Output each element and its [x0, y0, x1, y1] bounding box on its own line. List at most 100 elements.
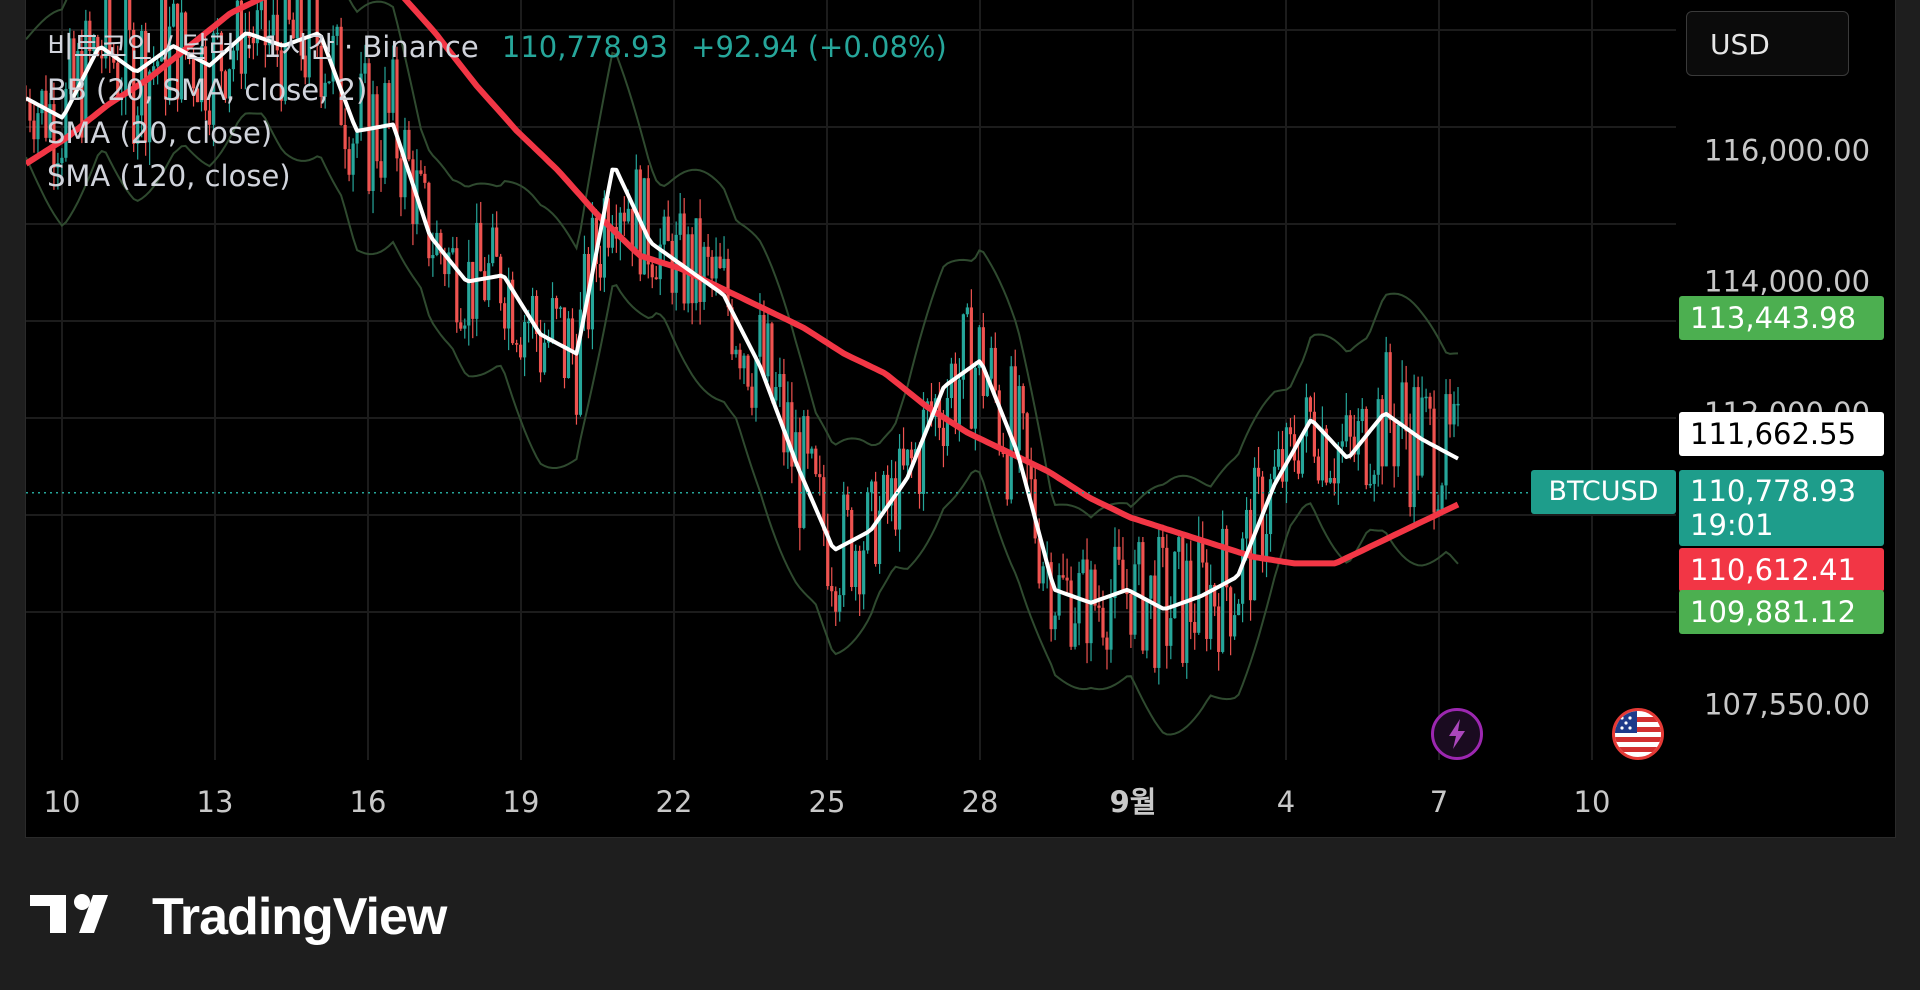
candle-body [1225, 528, 1229, 588]
brand-logo[interactable]: TradingView [30, 887, 447, 947]
chart-panel[interactable]: 116,000.00114,000.00112,000.00107,550.00… [25, 0, 1896, 838]
candle [630, 208, 634, 267]
candle-body [662, 216, 666, 245]
candle-body [483, 271, 487, 301]
candle [491, 213, 495, 267]
candle-body [989, 347, 993, 379]
legend-indicator-bb[interactable]: BB (20, SMA, close, 2) [47, 69, 947, 112]
candle-body [1408, 431, 1412, 508]
candle-body [459, 322, 463, 329]
candle-body [782, 374, 786, 453]
candle-body [909, 449, 914, 459]
candle-body [854, 550, 858, 588]
candle-body [1169, 618, 1173, 646]
legend-symbol: 비트코인 / 달러 · 1시간 · Binance [47, 30, 479, 64]
candle [566, 311, 571, 379]
candle-body [630, 208, 634, 250]
candle [694, 218, 698, 311]
candle [1069, 566, 1073, 650]
candle [578, 292, 583, 417]
candle [1233, 593, 1237, 640]
candle-body [1017, 386, 1021, 451]
candle-body [1193, 621, 1197, 633]
candle [1109, 579, 1113, 663]
us-flag-icon[interactable] [1612, 708, 1664, 760]
candle [1137, 536, 1141, 586]
candle-body [1332, 477, 1336, 484]
candle [654, 265, 658, 280]
legend-indicator-sma20[interactable]: SMA (20, close) [47, 112, 947, 155]
candle-body [519, 344, 523, 358]
candle-body [1364, 408, 1368, 486]
candle-body [463, 325, 467, 329]
candle [870, 479, 874, 512]
candle-body [702, 246, 706, 302]
brand-name: TradingView [152, 888, 447, 946]
candle [1229, 585, 1233, 656]
candle-body [1256, 467, 1261, 477]
candle-body [957, 379, 961, 425]
candle-body [1053, 615, 1057, 630]
candle [570, 308, 575, 365]
candle [1384, 336, 1388, 467]
candle [1153, 560, 1157, 673]
candle-body [1432, 408, 1436, 513]
candle-body [1288, 427, 1293, 435]
candle-body [1308, 397, 1313, 412]
candle-body [706, 246, 710, 257]
candle [475, 203, 479, 337]
x-tick-label: 22 [656, 785, 693, 819]
candle [1404, 365, 1408, 450]
candle-body [1217, 606, 1221, 652]
candle-body [1013, 366, 1017, 451]
candle [1025, 411, 1029, 485]
candle-body [40, 90, 44, 114]
candle-body [690, 234, 694, 304]
candle-body [758, 314, 762, 357]
candle-body [806, 416, 810, 454]
candle [451, 236, 455, 255]
candle-body [1440, 485, 1444, 510]
x-tick-label: 16 [350, 785, 387, 819]
candle-body [515, 343, 519, 345]
candle [459, 308, 463, 331]
x-tick-label: 7 [1430, 785, 1448, 819]
candle-body [1069, 580, 1073, 647]
candle-body [810, 448, 814, 454]
candle-body [766, 323, 770, 377]
currency-selector[interactable]: USD [1686, 11, 1849, 76]
lightning-bolt-icon[interactable] [1431, 708, 1483, 760]
candle [1049, 552, 1053, 642]
candle-body [993, 347, 997, 391]
candle-body [742, 355, 746, 369]
candle-body [885, 474, 890, 506]
candle-body [1089, 569, 1093, 644]
candle-body [1113, 546, 1117, 598]
candle-body [1404, 382, 1408, 432]
candle [1005, 449, 1009, 506]
candle-body [1133, 564, 1137, 635]
candle-body [1145, 598, 1149, 651]
candle [515, 339, 519, 353]
candle-body [1456, 403, 1460, 406]
candle-body [1073, 623, 1077, 647]
candle-body [171, 3, 176, 27]
legend-indicator-sma120[interactable]: SMA (120, close) [47, 155, 947, 198]
candle-body [1197, 538, 1201, 633]
candle [1197, 516, 1201, 635]
candle [961, 313, 965, 399]
candle [806, 409, 810, 469]
candle [1077, 561, 1081, 646]
y-tick-label: 114,000.00 [1704, 265, 1870, 299]
candle-body [1368, 483, 1372, 486]
candle [1312, 392, 1317, 463]
candle [1380, 394, 1384, 485]
candle [810, 446, 814, 459]
candle [1241, 532, 1245, 623]
candle-body [870, 481, 874, 493]
candle-body [1376, 399, 1380, 475]
candle [901, 427, 906, 470]
candle-body [1057, 575, 1061, 616]
candle [790, 382, 794, 484]
candle [554, 295, 559, 320]
